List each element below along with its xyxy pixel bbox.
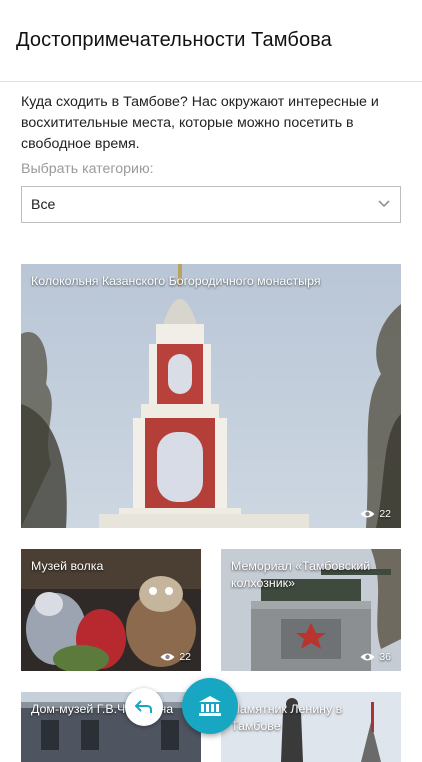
category-select[interactable]: Все <box>21 186 401 223</box>
attraction-title: Дом-музей Г.В.Чичерина <box>31 702 174 716</box>
attraction-title: Мемориал «Тамбовский колхозник» <box>231 559 371 590</box>
attraction-card[interactable]: Колокольня Казанского Богородичного мона… <box>21 264 401 528</box>
views-counter: 36 <box>360 651 391 663</box>
views-counter: 22 <box>360 508 391 520</box>
museum-fab-button[interactable] <box>182 678 238 734</box>
app-bar: Достопримечательности Тамбова <box>0 0 422 82</box>
museum-icon <box>199 696 221 716</box>
eye-icon <box>360 653 375 661</box>
back-button[interactable] <box>125 688 163 726</box>
attraction-title: Колокольня Казанского Богородичного мона… <box>31 274 321 288</box>
attraction-title: Памятник Ленину в Тамбове <box>231 702 343 733</box>
eye-icon <box>360 510 375 518</box>
intro-text: Куда сходить в Тамбове? Нас окружают инт… <box>21 94 379 152</box>
views-count: 36 <box>379 651 391 663</box>
eye-icon <box>160 653 175 661</box>
page-title: Достопримечательности Тамбова <box>16 29 332 51</box>
attraction-card[interactable]: Мемориал «Тамбовский колхозник» 36 <box>221 549 401 671</box>
category-selected-value: Все <box>31 197 56 213</box>
chevron-down-icon <box>378 200 390 208</box>
views-count: 22 <box>179 651 191 663</box>
views-counter: 22 <box>160 651 191 663</box>
attraction-card[interactable]: Дом-музей Г.В.Чичерина <box>21 692 201 762</box>
views-count: 22 <box>379 508 391 520</box>
attraction-photo <box>21 264 401 528</box>
attraction-card[interactable]: Памятник Ленину в Тамбове <box>221 692 401 762</box>
undo-arrow-icon <box>135 700 152 713</box>
attraction-title: Музей волка <box>31 559 104 573</box>
attraction-card[interactable]: Музей волка 22 <box>21 549 201 671</box>
category-label: Выбрать категорию: <box>21 161 154 177</box>
